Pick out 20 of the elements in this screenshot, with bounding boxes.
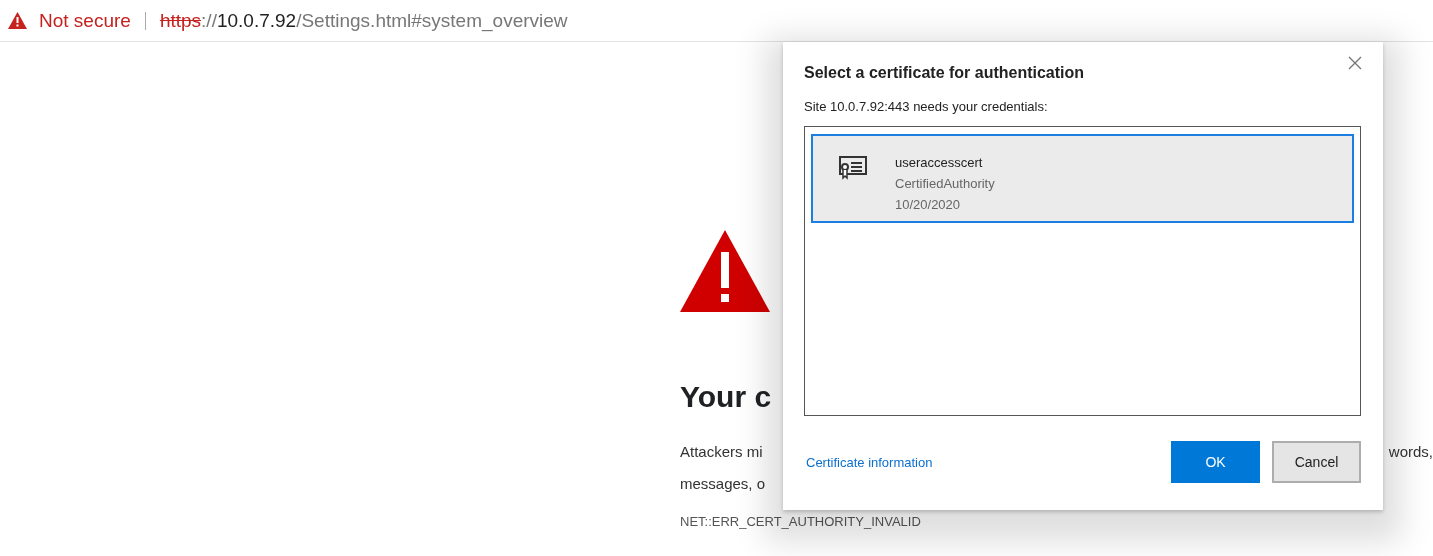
certificate-item[interactable]: useraccesscert CertifiedAuthority 10/20/2020: [811, 134, 1354, 223]
security-label[interactable]: Not secure: [39, 9, 131, 32]
cancel-button[interactable]: Cancel: [1272, 441, 1361, 483]
certificate-name: useraccesscert: [895, 154, 984, 172]
error-code: NET::ERR_CERT_AUTHORITY_INVALID: [680, 514, 922, 529]
warning-icon: [680, 230, 770, 312]
certificate-issuer: CertifiedAuthority: [895, 175, 995, 193]
error-heading: Your c: [680, 380, 773, 414]
dialog-title: Select a certificate for authentication: [804, 64, 1085, 82]
ok-button[interactable]: OK: [1171, 441, 1260, 483]
dialog-message: Site 10.0.7.92:443 needs your credentials:: [804, 99, 1049, 114]
paragraph-text: words,: [1388, 442, 1433, 462]
warning-icon[interactable]: [8, 12, 27, 29]
certificate-info-link[interactable]: Certificate information: [806, 454, 1159, 470]
paragraph-text: messages, o: [680, 474, 766, 494]
certificate-icon: [839, 156, 867, 180]
close-icon[interactable]: [1347, 56, 1363, 72]
url-field[interactable]: https://10.0.7.92/Settings.html#system_overview: [159, 9, 568, 32]
paragraph-text: Attackers mi: [680, 442, 763, 462]
certificate-date: 10/20/2020: [895, 196, 962, 214]
